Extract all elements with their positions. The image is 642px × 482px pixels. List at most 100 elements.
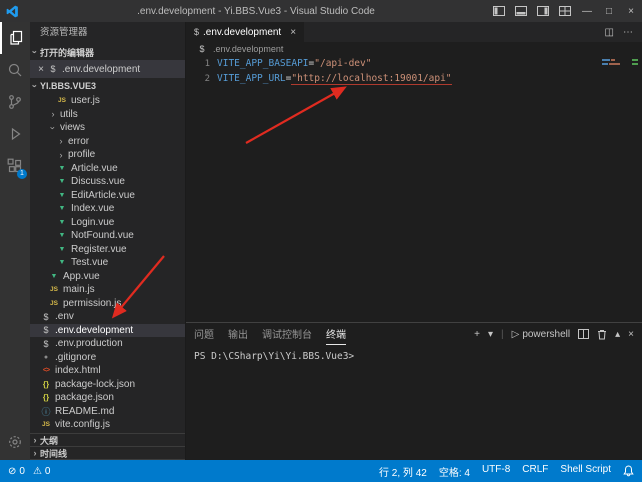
terminal-shell-selector[interactable]: ▷ powershell xyxy=(512,329,571,340)
settings-gear-icon[interactable] xyxy=(0,426,30,458)
panel-tab-终端[interactable]: 终端 xyxy=(326,323,346,345)
chevron-right-icon: › xyxy=(30,448,40,458)
open-editors-header[interactable]: › 打开的编辑器 xyxy=(30,44,185,60)
maximize-panel-icon[interactable]: ▴ xyxy=(615,329,620,340)
tree-item-.env[interactable]: $.env xyxy=(30,310,185,324)
panel-tab-调试控制台[interactable]: 调试控制台 xyxy=(262,323,312,345)
overview-ruler-mark xyxy=(632,59,638,61)
status-item[interactable]: Shell Script xyxy=(560,464,611,479)
tree-item-Login.vue[interactable]: ▼Login.vue xyxy=(30,216,185,230)
run-debug-icon[interactable] xyxy=(0,118,30,150)
extensions-icon[interactable]: 1 xyxy=(0,150,30,182)
tree-item-user.js[interactable]: JSuser.js xyxy=(30,94,185,108)
panel-tab-问题[interactable]: 问题 xyxy=(194,323,214,345)
breadcrumb[interactable]: $ .env.development xyxy=(186,42,642,56)
toggle-panel-icon[interactable] xyxy=(515,6,527,16)
panel-tab-输出[interactable]: 输出 xyxy=(228,323,248,345)
sidebar-title: 资源管理器 xyxy=(30,22,185,44)
tree-item-Index.vue[interactable]: ▼Index.vue xyxy=(30,202,185,216)
explorer-icon[interactable] xyxy=(0,22,30,54)
source-control-icon[interactable] xyxy=(0,86,30,118)
tree-item-label: permission.js xyxy=(63,298,121,309)
tab-env-development[interactable]: $ .env.development × xyxy=(186,22,304,42)
tree-item-.gitignore[interactable]: ●.gitignore xyxy=(30,351,185,365)
tree-item-error[interactable]: ›error xyxy=(30,135,185,149)
tree-item-Test.vue[interactable]: ▼Test.vue xyxy=(30,256,185,270)
env-var-name: VITE_APP_BASEAPI xyxy=(217,58,309,69)
tree-item-.env.development[interactable]: $.env.development xyxy=(30,324,185,338)
tree-item-NotFound.vue[interactable]: ▼NotFound.vue xyxy=(30,229,185,243)
toggle-sidebar-icon[interactable] xyxy=(493,6,505,16)
tree-item-views[interactable]: ›views xyxy=(30,121,185,135)
errors-indicator[interactable]: ⊘ 0 xyxy=(8,466,25,477)
tree-item-README.md[interactable]: ⓘREADME.md xyxy=(30,405,185,419)
tree-item-label: index.html xyxy=(55,365,101,376)
close-window-button[interactable]: × xyxy=(620,6,642,17)
error-icon: ⊘ xyxy=(8,466,16,477)
tree-item-profile[interactable]: ›profile xyxy=(30,148,185,162)
search-icon[interactable] xyxy=(0,54,30,86)
md-file-icon: ⓘ xyxy=(40,405,52,418)
customize-layout-icon[interactable] xyxy=(559,6,571,16)
tree-item-package-lock.json[interactable]: {}package-lock.json xyxy=(30,378,185,392)
vue-file-icon: ▼ xyxy=(56,192,68,199)
vue-file-icon: ▼ xyxy=(56,165,68,172)
open-editors-label: 打开的编辑器 xyxy=(40,46,94,59)
close-editor-icon[interactable]: × xyxy=(35,64,47,75)
vscode-logo-icon xyxy=(0,5,24,18)
code-line-2[interactable]: 2VITE_APP_URL="http://localhost:19001/ap… xyxy=(186,71,642,86)
tree-item-vite.config.js[interactable]: JSvite.config.js xyxy=(30,418,185,432)
tree-item-utils[interactable]: ›utils xyxy=(30,108,185,122)
status-item[interactable]: CRLF xyxy=(522,464,548,479)
tree-item-.env.production[interactable]: $.env.production xyxy=(30,337,185,351)
minimap[interactable] xyxy=(602,59,638,79)
sidebar-section-时间线[interactable]: ›时间线 xyxy=(30,447,185,460)
warnings-indicator[interactable]: ⚠ 0 xyxy=(33,466,51,477)
tree-item-permission.js[interactable]: JSpermission.js xyxy=(30,297,185,311)
tree-item-label: .env.development xyxy=(55,325,133,336)
tree-item-package.json[interactable]: {}package.json xyxy=(30,391,185,405)
close-tab-icon[interactable]: × xyxy=(290,27,296,38)
status-item[interactable]: 行 2, 列 42 xyxy=(379,464,427,479)
tree-item-label: .env xyxy=(55,311,74,322)
chevron-down-icon: › xyxy=(30,81,40,91)
tree-item-label: NotFound.vue xyxy=(71,230,134,241)
tree-item-label: package.json xyxy=(55,392,114,403)
open-editor-item[interactable]: × $ .env.development xyxy=(30,60,185,78)
vue-file-icon: ▼ xyxy=(56,246,68,253)
project-root-header[interactable]: › YI.BBS.VUE3 xyxy=(30,78,185,94)
kill-terminal-trash-icon[interactable] xyxy=(597,329,607,340)
line-number: 1 xyxy=(186,59,217,69)
maximize-button[interactable]: □ xyxy=(598,6,620,17)
code-editor[interactable]: 1VITE_APP_BASEAPI="/api-dev"2VITE_APP_UR… xyxy=(186,56,642,322)
terminal-dropdown-icon[interactable]: ▾ xyxy=(488,329,493,340)
terminal-output[interactable]: PS D:\CSharp\Yi\Yi.BBS.Vue3> xyxy=(186,345,642,460)
status-item[interactable]: 空格: 4 xyxy=(439,464,470,479)
sidebar-section-大纲[interactable]: ›大纲 xyxy=(30,434,185,447)
error-count: 0 xyxy=(19,466,25,477)
code-line-1[interactable]: 1VITE_APP_BASEAPI="/api-dev" xyxy=(186,56,642,71)
tree-item-Article.vue[interactable]: ▼Article.vue xyxy=(30,162,185,176)
close-panel-icon[interactable]: × xyxy=(628,329,634,340)
split-editor-icon[interactable]: ◫ xyxy=(605,27,614,38)
split-terminal-icon[interactable] xyxy=(578,329,589,339)
html-file-icon: <> xyxy=(40,367,52,374)
new-terminal-icon[interactable]: + xyxy=(474,329,480,340)
tree-item-Discuss.vue[interactable]: ▼Discuss.vue xyxy=(30,175,185,189)
more-actions-icon[interactable]: ⋯ xyxy=(623,27,633,38)
tree-item-EditArticle.vue[interactable]: ▼EditArticle.vue xyxy=(30,189,185,203)
tab-label: .env.development xyxy=(203,27,281,38)
js-file-icon: JS xyxy=(56,97,68,104)
notifications-bell-icon[interactable] xyxy=(623,465,634,477)
tree-item-label: vite.config.js xyxy=(55,419,110,430)
code-lines: 1VITE_APP_BASEAPI="/api-dev"2VITE_APP_UR… xyxy=(186,56,642,86)
breadcrumb-file[interactable]: .env.development xyxy=(213,44,283,54)
status-item[interactable]: UTF-8 xyxy=(482,464,510,479)
toggle-secondary-sidebar-icon[interactable] xyxy=(537,6,549,16)
tree-item-App.vue[interactable]: ▼App.vue xyxy=(30,270,185,284)
tree-item-main.js[interactable]: JSmain.js xyxy=(30,283,185,297)
tree-item-Register.vue[interactable]: ▼Register.vue xyxy=(30,243,185,257)
tree-item-label: Article.vue xyxy=(71,163,118,174)
tree-item-index.html[interactable]: <>index.html xyxy=(30,364,185,378)
minimize-button[interactable]: — xyxy=(576,6,598,17)
